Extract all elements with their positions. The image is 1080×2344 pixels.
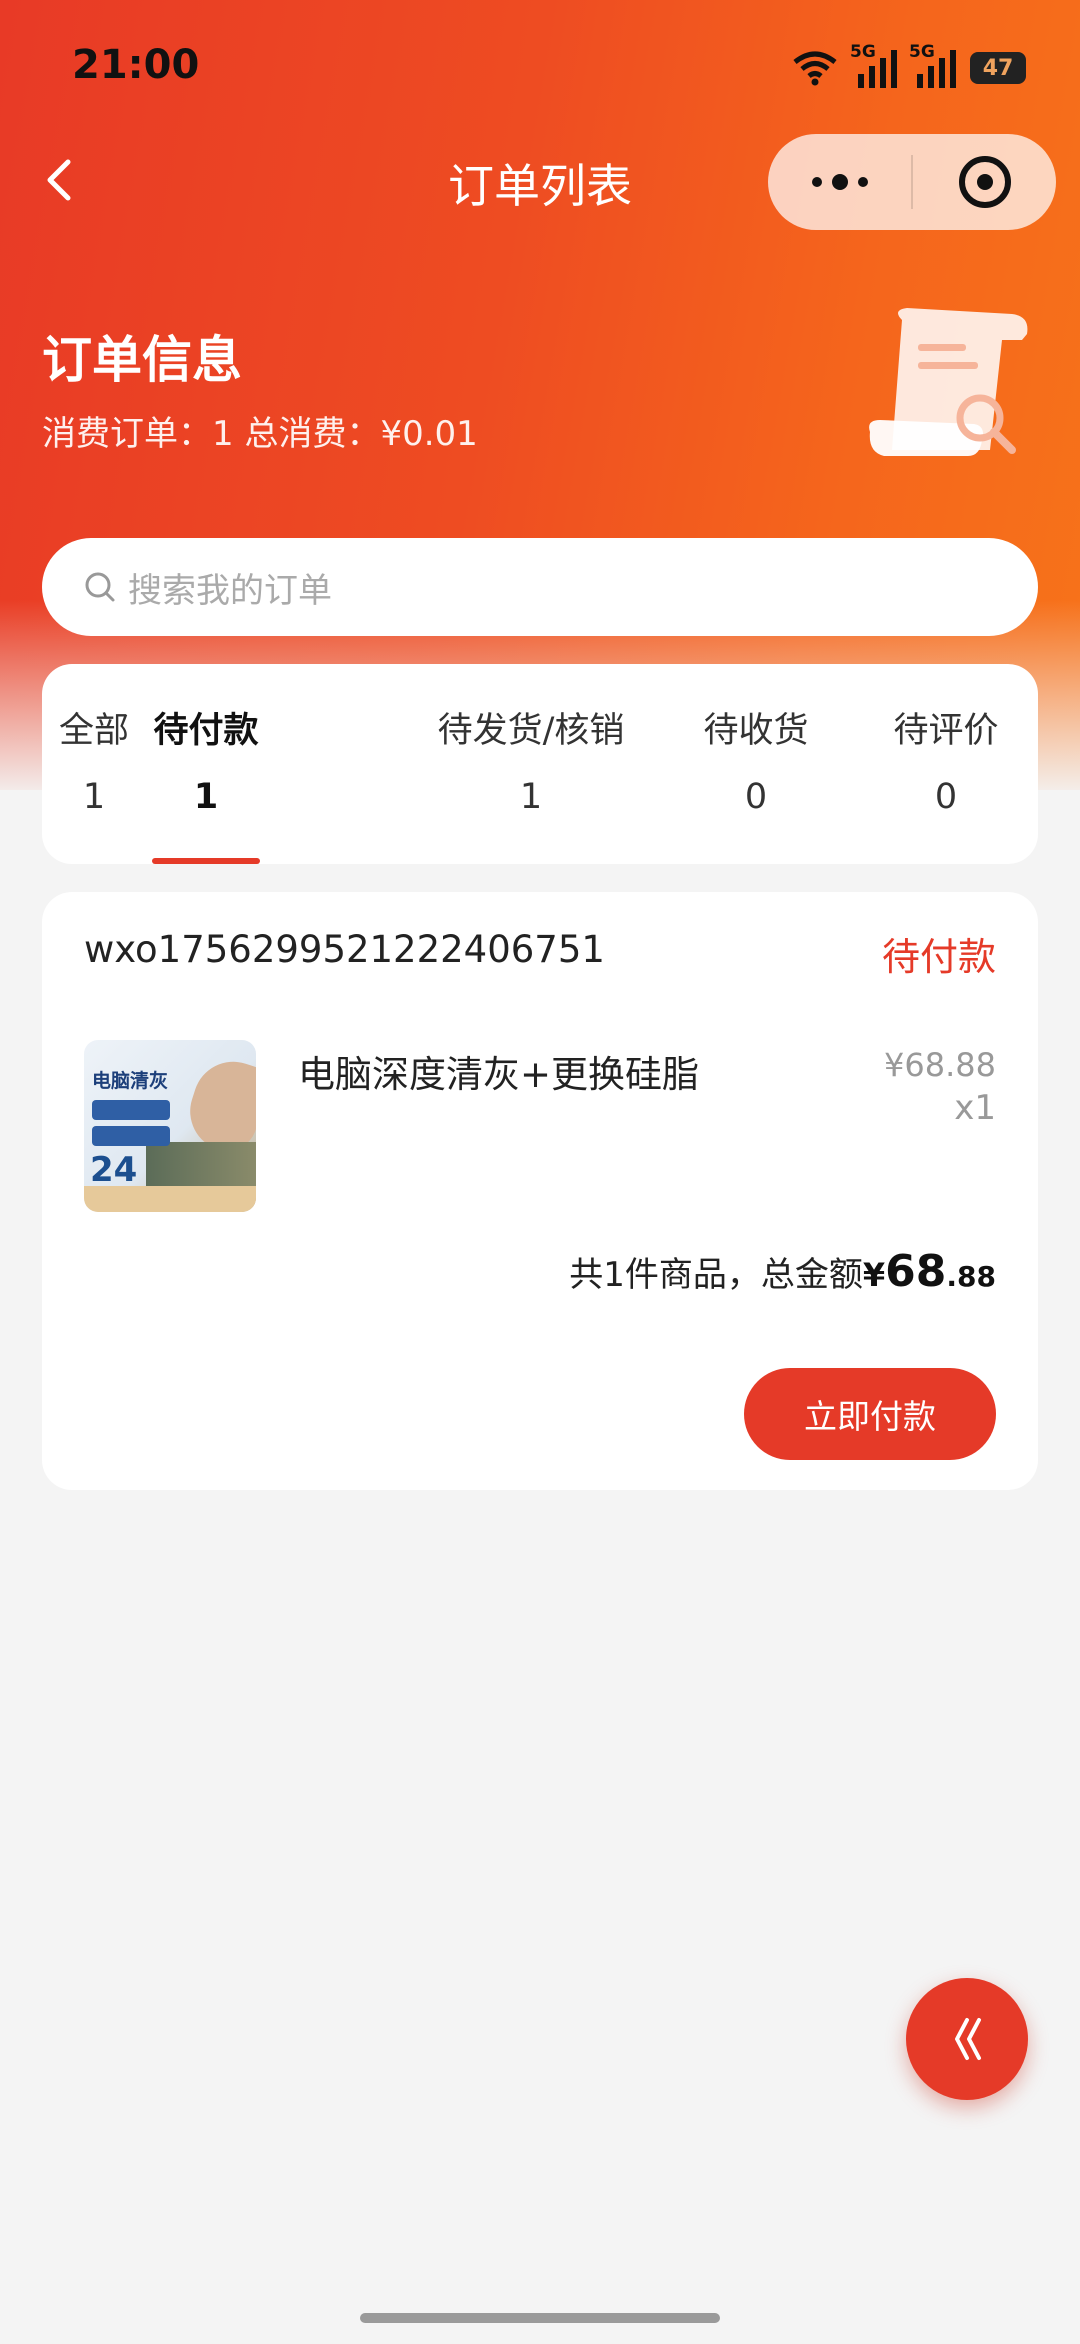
total-integer: 68: [885, 1246, 947, 1297]
tab-count: 1: [82, 777, 106, 817]
target-icon: [958, 156, 1011, 208]
order-number: wxo1756299521222406751: [84, 928, 605, 971]
search-bar[interactable]: 搜索我的订单: [42, 538, 1038, 636]
summary-title: 订单信息: [42, 331, 242, 389]
more-icon: [811, 174, 868, 190]
search-placeholder: 搜索我的订单: [128, 570, 332, 611]
thumbnail-title: 电脑清灰: [92, 1070, 169, 1092]
product-quantity: x1: [954, 1088, 996, 1128]
tab-pending-review[interactable]: 待评价 0: [872, 664, 1020, 864]
thumbnail-number: 24: [90, 1150, 138, 1190]
search-icon: [85, 572, 115, 602]
more-button[interactable]: [768, 134, 911, 230]
order-status-tabs: 全部 1 待付款 1 待发货/核销 1 待收货 0 待评价 0: [42, 664, 1038, 864]
order-status: 待付款: [881, 935, 996, 979]
tab-all[interactable]: 全部 1: [42, 664, 146, 864]
tab-count: 1: [519, 777, 543, 817]
status-icons: 5G 5G 47: [792, 42, 1026, 92]
signal-icon: 5G: [909, 42, 956, 88]
mini-program-capsule: [768, 134, 1056, 230]
signal-icon: 5G: [850, 42, 897, 88]
wifi-icon: [793, 51, 837, 86]
product-name[interactable]: 电脑深度清灰+更换硅脂: [298, 1044, 699, 1098]
total-decimal: .88: [946, 1260, 996, 1293]
network-label: 5G: [850, 42, 876, 62]
tab-count: 1: [193, 777, 219, 817]
home-indicator[interactable]: [360, 2313, 720, 2323]
active-tab-indicator: [152, 858, 260, 864]
tab-pending-receipt[interactable]: 待收货 0: [682, 664, 830, 864]
pay-now-button[interactable]: 立即付款: [744, 1368, 996, 1460]
tab-label: 全部: [58, 711, 129, 751]
collapse-button[interactable]: [906, 1978, 1028, 2100]
thumbnail-tag: [92, 1126, 170, 1146]
tab-label: 待评价: [893, 711, 999, 751]
double-chevron-left-icon: [955, 2018, 981, 2060]
tab-label: 待发货/核销: [437, 711, 625, 751]
order-total: 共1件商品，总金额 ¥ 68 .88: [569, 1246, 996, 1297]
product-price: ¥68.88: [884, 1046, 996, 1084]
thumbnail-tag: [92, 1100, 170, 1120]
product-thumbnail[interactable]: 电脑清灰 24: [84, 1040, 256, 1212]
tab-label: 待收货: [703, 711, 809, 751]
tab-pending-payment[interactable]: 待付款 1: [146, 664, 266, 864]
battery-icon: 47: [970, 52, 1026, 84]
thumbnail-circuit-board: [146, 1142, 256, 1190]
summary-subtitle: 消费订单：1 总消费：¥0.01: [42, 414, 478, 454]
battery-level: 47: [982, 55, 1014, 81]
status-time: 21:00: [72, 42, 200, 88]
tab-pending-shipment[interactable]: 待发货/核销 1: [402, 664, 660, 864]
tab-label: 待付款: [153, 711, 259, 751]
tab-count: 0: [934, 777, 958, 817]
receipt-scroll-icon: [869, 308, 1028, 456]
network-label: 5G: [909, 42, 935, 62]
close-mini-program-button[interactable]: [913, 134, 1056, 230]
total-label: 共1件商品，总金额: [569, 1255, 863, 1295]
order-card[interactable]: wxo1756299521222406751 待付款 电脑清灰 24 电脑深度清…: [42, 892, 1038, 1490]
total-currency: ¥: [862, 1256, 886, 1294]
tab-count: 0: [744, 777, 768, 817]
